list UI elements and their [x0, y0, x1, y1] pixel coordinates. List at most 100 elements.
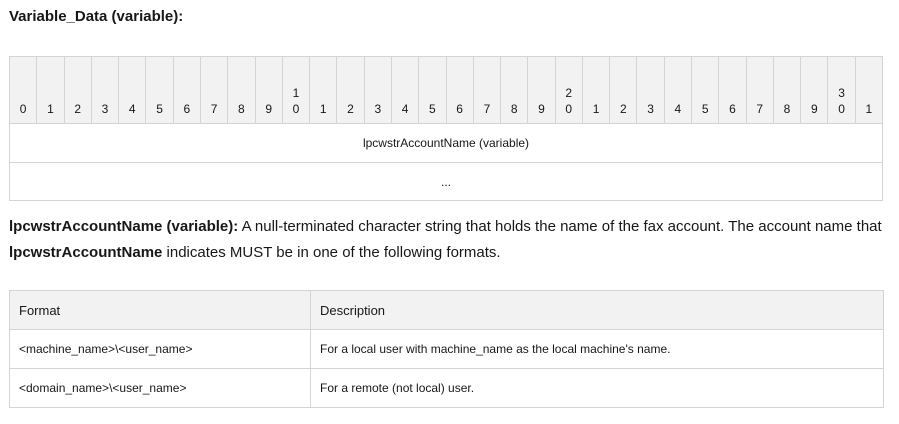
- bit-index-cell: 8: [500, 56, 529, 124]
- field-description: lpcwstrAccountName (variable): A null-te…: [9, 214, 889, 266]
- bit-index-cell: 6: [718, 56, 747, 124]
- bit-index-cell: 6: [172, 56, 201, 124]
- bit-index-tens: [801, 85, 827, 101]
- bit-index-cell: 7: [745, 56, 774, 124]
- bit-index-units: 0: [838, 102, 845, 116]
- bit-index-tens: [774, 85, 800, 101]
- bit-index-cell: 9: [254, 56, 283, 124]
- bit-index-units: 8: [783, 102, 791, 116]
- table-row: <domain_name>\<user_name> For a remote (…: [9, 368, 884, 408]
- bit-index-units: 7: [210, 102, 218, 116]
- bit-index-cell: 0: [8, 56, 38, 124]
- column-header-description: Description: [310, 290, 884, 330]
- bit-index-tens: [365, 85, 391, 101]
- bit-index-units: 6: [183, 102, 191, 116]
- bit-index-cell: 4: [118, 56, 147, 124]
- format-cell: <domain_name>\<user_name>: [9, 368, 311, 408]
- bit-index-units: 9: [265, 102, 273, 116]
- table-row: <machine_name>\<user_name> For a local u…: [9, 329, 884, 369]
- bit-index-units: 2: [347, 102, 354, 116]
- bit-index-tens: [501, 85, 527, 101]
- bit-index-units: 8: [510, 102, 518, 116]
- bit-index-tens: [692, 85, 718, 101]
- bit-index-units: 4: [128, 102, 136, 116]
- bit-index-cell: 9: [527, 56, 556, 124]
- bit-index-tens: [146, 85, 172, 101]
- bit-index-cell: 2: [609, 56, 638, 124]
- bit-index-units: 3: [647, 102, 654, 116]
- bit-index-cell: 1: [581, 56, 611, 124]
- field-term: lpcwstrAccountName (variable):: [9, 218, 239, 235]
- bit-index-tens: [65, 85, 91, 101]
- bit-index-tens: [719, 85, 745, 101]
- bit-index-tens: [92, 85, 118, 101]
- bit-index-units: 0: [19, 102, 27, 116]
- bit-index-units: 3: [374, 102, 382, 116]
- bit-index-units: 5: [429, 102, 436, 116]
- bit-index-tens: [637, 85, 663, 101]
- description-cell: For a local user with machine_name as th…: [310, 329, 884, 369]
- bit-index-units: 1: [865, 102, 873, 116]
- bit-index-units: 2: [619, 102, 627, 116]
- bit-field-diagram: 0 1 2 3 4 5 6 7 8 910 1 2 3 4 5 6 7 8 92…: [8, 56, 884, 201]
- bit-index-units: 0: [292, 102, 300, 116]
- bit-index-units: 9: [538, 102, 545, 116]
- bit-index-cell: 3: [90, 56, 120, 124]
- bit-index-tens: [201, 85, 227, 101]
- format-table: Format Description <machine_name>\<user_…: [9, 290, 884, 408]
- bit-index-cell: 10: [281, 56, 311, 124]
- bit-index-cell: 1: [309, 56, 338, 124]
- bit-index-units: 0: [565, 102, 573, 116]
- bit-index-units: 3: [101, 102, 109, 116]
- bit-index-cell: 5: [418, 56, 447, 124]
- bit-index-tens: [228, 85, 254, 101]
- bit-index-tens: 1: [292, 86, 300, 100]
- bit-index-cell: 5: [691, 56, 720, 124]
- bit-index-cell: 7: [472, 56, 502, 124]
- field-account-name: lpcwstrAccountName (variable): [9, 123, 883, 163]
- bit-index-cell: 2: [63, 56, 92, 124]
- bit-index-units: 1: [592, 102, 600, 116]
- bit-index-tens: [665, 85, 691, 101]
- description-text-end: indicates MUST be in one of the followin…: [162, 244, 501, 261]
- bit-index-cell: 4: [663, 56, 693, 124]
- bit-index-cell: 3: [363, 56, 392, 124]
- bit-index-cell: 8: [227, 56, 256, 124]
- bit-index-tens: 2: [565, 86, 573, 100]
- bit-field-row: ...: [9, 162, 883, 201]
- bit-index-cell: 5: [145, 56, 174, 124]
- bit-index-tens: 3: [838, 86, 845, 100]
- bit-index-units: 9: [810, 102, 818, 116]
- bit-index-tens: [310, 85, 336, 101]
- bit-index-tens: [583, 85, 609, 101]
- bit-index-units: 5: [156, 102, 163, 116]
- bit-index-cell: 7: [199, 56, 229, 124]
- section-title: Variable_Data (variable):: [9, 8, 184, 25]
- bit-index-tens: [747, 85, 773, 101]
- bit-index-units: 8: [238, 102, 245, 116]
- bit-index-units: 5: [701, 102, 709, 116]
- column-header-format: Format: [9, 290, 311, 330]
- table-header-row: Format Description: [9, 290, 884, 330]
- description-cell: For a remote (not local) user.: [310, 368, 884, 408]
- bit-index-tens: [856, 85, 882, 101]
- bit-index-tens: [37, 85, 63, 101]
- bit-ruler-row: 0 1 2 3 4 5 6 7 8 910 1 2 3 4 5 6 7 8 92…: [8, 56, 884, 124]
- bit-index-units: 1: [47, 102, 54, 116]
- bit-field-row: lpcwstrAccountName (variable): [9, 123, 883, 163]
- bit-index-cell: 20: [554, 56, 583, 124]
- bit-index-tens: [174, 85, 200, 101]
- bit-index-cell: 30: [827, 56, 856, 124]
- bit-index-units: 4: [674, 102, 682, 116]
- description-text: A null-terminated character string that …: [238, 218, 882, 235]
- bit-index-units: 6: [729, 102, 736, 116]
- bit-index-cell: 1: [854, 56, 884, 124]
- bit-index-units: 1: [319, 102, 327, 116]
- format-cell: <machine_name>\<user_name>: [9, 329, 311, 369]
- field-term-inline: lpcwstrAccountName: [9, 244, 163, 261]
- bit-index-units: 2: [74, 102, 82, 116]
- bit-index-cell: 4: [390, 56, 420, 124]
- bit-index-tens: [256, 85, 282, 101]
- bit-index-cell: 3: [636, 56, 665, 124]
- bit-index-cell: 6: [445, 56, 474, 124]
